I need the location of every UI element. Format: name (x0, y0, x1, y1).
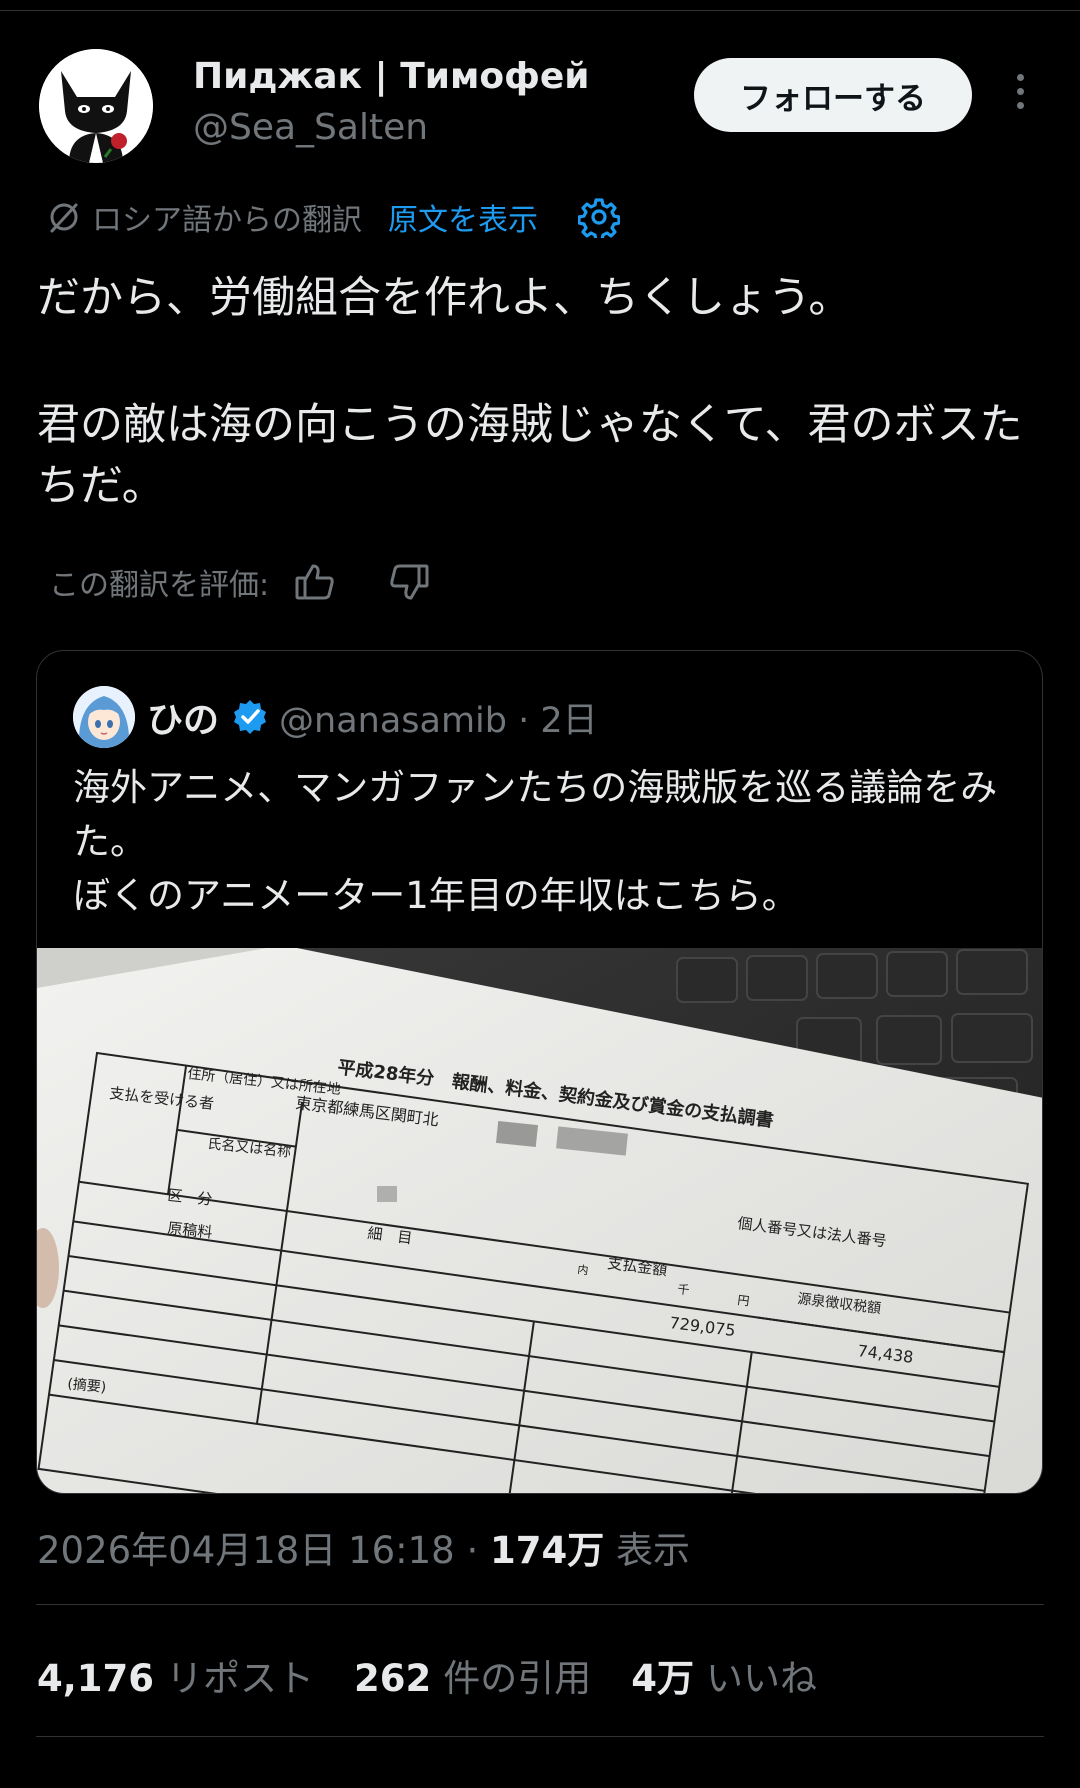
follow-button[interactable]: フォローする (694, 58, 972, 132)
quoted-text: 海外アニメ、マンガファンたちの海賊版を巡る議論をみた。 ぼくのアニメーター1年目… (73, 761, 1023, 923)
top-divider (0, 10, 1080, 11)
cat-avatar-image (39, 49, 153, 163)
translate-icon (50, 203, 78, 233)
tweet-line-1: だから、労働組合を作れよ、ちくしょう。 (37, 273, 852, 323)
doc-unit-inner: 内 (577, 1262, 590, 1277)
more-options-icon[interactable] (1006, 74, 1034, 118)
show-original-link[interactable]: 原文を表示 (388, 195, 538, 239)
author-avatar[interactable] (39, 49, 153, 163)
author-handle[interactable]: @Sea_Salten (193, 107, 428, 148)
translation-label: ロシア語からの翻訳 (92, 203, 362, 238)
meta-divider (36, 1604, 1044, 1605)
doc-unit-thousand: 千 (677, 1282, 691, 1297)
views-label: 表示 (604, 1529, 690, 1572)
quoted-header: ひの @nanasamib · 2日 (147, 689, 598, 745)
payment-document-photo: 平成28年分 報酬、料金、契約金及び賞金の支払調書 支払を受ける者 住所（居住）… (37, 948, 1042, 1493)
quoted-line-2: ぼくのアニメーター1年目の年収はこちら。 (73, 874, 799, 917)
quoted-tweet-card[interactable]: ひの @nanasamib · 2日 海外アニメ、マンガファンたちの海賊版を巡る… (36, 650, 1043, 1494)
likes-count: 4万 (631, 1657, 695, 1700)
quoted-handle-time: @nanasamib · 2日 (279, 700, 598, 741)
translation-bar: ロシア語からの翻訳 原文を表示 (46, 193, 620, 241)
quotes-count: 262 (354, 1657, 432, 1700)
quoted-line-1: 海外アニメ、マンガファンたちの海賊版を巡る議論をみた。 (73, 766, 998, 863)
rate-translation-bar: この翻訳を評価: (49, 558, 431, 606)
quotes-stat[interactable]: 262 件の引用 (354, 1648, 591, 1702)
reposts-label: リポスト (166, 1657, 315, 1700)
quoted-photo[interactable]: 平成28年分 報酬、料金、契約金及び賞金の支払調書 支払を受ける者 住所（居住）… (37, 948, 1042, 1493)
verified-badge-icon (234, 700, 267, 734)
likes-label: いいね (706, 1657, 818, 1700)
tweet-text: だから、労働組合を作れよ、ちくしょう。 君の敵は海の向こうの海賊じゃなくて、君の… (37, 268, 1047, 517)
doc-unit-yen: 円 (737, 1293, 751, 1308)
tweet-meta: 2026年04月18日 16:18 · 174万 表示 (37, 1520, 690, 1574)
reposts-stat[interactable]: 4,176 リポスト (37, 1648, 314, 1702)
likes-stat[interactable]: 4万 いいね (631, 1648, 817, 1702)
quoted-avatar[interactable] (73, 686, 135, 748)
gear-icon[interactable] (578, 196, 620, 238)
stats-divider (36, 1736, 1044, 1737)
rate-translation-label: この翻訳を評価: (49, 568, 270, 603)
quoted-display-name[interactable]: ひの (147, 691, 219, 743)
views-count: 174万 (490, 1529, 605, 1572)
tweet-line-2: 君の敵は海の向こうの海賊じゃなくて、君のボスたちだ。 (37, 400, 1023, 511)
tweet-datetime[interactable]: 2026年04月18日 16:18 · (37, 1529, 490, 1572)
author-display-name[interactable]: Пиджак | Тимофей (193, 56, 590, 97)
thumbs-down-icon[interactable] (387, 560, 431, 604)
engagement-stats: 4,176 リポスト 262 件の引用 4万 いいね (37, 1650, 857, 1700)
reposts-count: 4,176 (37, 1657, 155, 1700)
quotes-label: 件の引用 (443, 1657, 592, 1700)
anime-girl-avatar-image (73, 686, 135, 748)
thumbs-up-icon[interactable] (293, 560, 337, 604)
